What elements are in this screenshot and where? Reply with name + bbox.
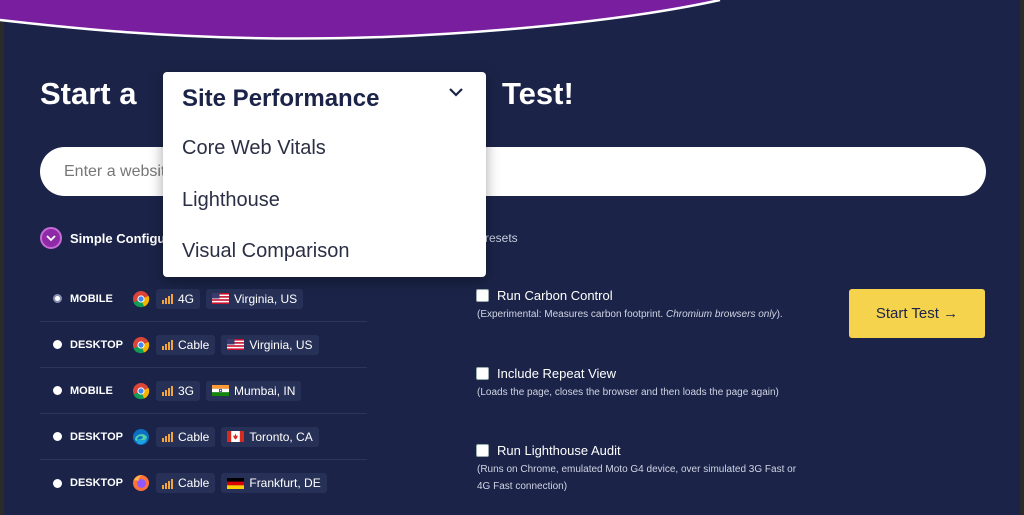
preset-radio[interactable] [53, 294, 62, 303]
chrome-icon [133, 336, 150, 353]
carbon-control-checkbox[interactable] [476, 289, 489, 302]
firefox-icon [133, 475, 149, 491]
location-chip: Virginia, US [206, 288, 304, 309]
location-label: Mumbai, IN [234, 383, 296, 398]
connection-chip: Cable [156, 473, 216, 493]
heading-prefix: Start a [40, 76, 137, 111]
preset-row[interactable]: MOBILE 3G Mumbai, IN [40, 368, 367, 414]
connection-label: Cable [178, 429, 210, 444]
location-chip: Frankfurt, DE [221, 473, 327, 493]
lighthouse-audit-description: (Runs on Chrome, emulated Moto G4 device… [477, 464, 797, 492]
de-flag-icon [227, 477, 245, 489]
repeat-view-description: (Loads the page, closes the browser and … [477, 387, 779, 398]
location-label: Virginia, US [234, 291, 298, 306]
location-label: Virginia, US [249, 337, 313, 352]
preset-device: DESKTOP [70, 430, 123, 443]
connection-chip: Cable [156, 334, 216, 355]
test-type-dropdown[interactable]: Site Performance Core Web Vitals Lightho… [163, 72, 486, 277]
chrome-icon [133, 382, 150, 399]
preset-row[interactable]: DESKTOP Cable Toronto, CA [40, 414, 367, 460]
chevron-down-icon [40, 227, 62, 249]
lighthouse-audit-label: Run Lighthouse Audit [497, 443, 621, 458]
lighthouse-audit-checkbox[interactable] [476, 444, 489, 457]
carbon-control-label: Run Carbon Control [497, 288, 613, 303]
heading-suffix: Test! [502, 76, 574, 111]
location-label: Toronto, CA [249, 429, 313, 444]
location-chip: Virginia, US [221, 334, 319, 355]
start-test-button[interactable]: Start Test → [849, 289, 985, 338]
chevron-down-icon[interactable] [448, 87, 464, 97]
connection-chip: Cable [156, 426, 216, 447]
dropdown-selected-value[interactable]: Site Performance [182, 85, 379, 113]
carbon-control-option: Run Carbon Control (Experimental: Measur… [476, 288, 806, 323]
repeat-view-label: Include Repeat View [497, 366, 617, 381]
connection-label: 3G [178, 383, 195, 398]
preset-row[interactable]: DESKTOP Cable Virginia, US [40, 322, 367, 368]
carbon-desc-end: ). [776, 309, 783, 320]
repeat-view-checkbox[interactable] [476, 367, 489, 380]
hero-wave-banner [0, 0, 721, 40]
carbon-desc-text: (Experimental: Measures carbon footprint… [477, 309, 666, 320]
carbon-control-description: (Experimental: Measures carbon footprint… [476, 306, 806, 323]
dropdown-option-visual-comparison[interactable]: Visual Comparison [182, 240, 350, 263]
location-chip: Toronto, CA [221, 426, 319, 447]
dropdown-option-lighthouse[interactable]: Lighthouse [182, 189, 280, 212]
repeat-view-option: Include Repeat View (Loads the page, clo… [476, 366, 806, 401]
signal-icon [162, 385, 173, 396]
window-frame-left [0, 0, 4, 515]
preset-radio[interactable] [53, 386, 62, 395]
preset-device: DESKTOP [70, 338, 123, 351]
carbon-desc-italic: Chromium browsers only [665, 309, 777, 320]
location-chip: Mumbai, IN [206, 380, 302, 401]
preset-radio[interactable] [53, 432, 62, 441]
window-frame-right [1020, 0, 1024, 515]
preset-row[interactable]: MOBILE 4G Virginia, US [40, 276, 367, 322]
preset-list: MOBILE 4G Virginia, US DESKTOP Cable Vir… [40, 276, 367, 506]
dropdown-option-core-web-vitals[interactable]: Core Web Vitals [182, 137, 326, 160]
connection-label: 4G [178, 291, 195, 306]
connection-chip: 4G [156, 288, 201, 309]
preset-row[interactable]: DESKTOP Cable Frankfurt, DE [40, 460, 367, 506]
edge-icon [133, 428, 149, 445]
presets-label: resets [485, 231, 518, 245]
connection-label: Cable [178, 337, 210, 352]
signal-icon [162, 339, 173, 350]
connection-label: Cable [178, 476, 210, 490]
chrome-icon [133, 290, 150, 307]
preset-radio[interactable] [53, 340, 62, 349]
us-flag-icon [227, 339, 245, 350]
lighthouse-audit-option: Run Lighthouse Audit (Runs on Chrome, em… [476, 443, 806, 495]
connection-chip: 3G [156, 380, 201, 401]
preset-device: MOBILE [70, 292, 113, 305]
signal-icon [162, 431, 173, 442]
signal-icon [162, 478, 173, 489]
ca-flag-icon [227, 431, 245, 442]
preset-device: MOBILE [70, 384, 113, 397]
preset-radio[interactable] [53, 478, 62, 488]
location-label: Frankfurt, DE [249, 476, 321, 490]
preset-device: DESKTOP [70, 477, 123, 489]
us-flag-icon [212, 293, 230, 304]
signal-icon [162, 293, 173, 304]
in-flag-icon [212, 385, 230, 396]
